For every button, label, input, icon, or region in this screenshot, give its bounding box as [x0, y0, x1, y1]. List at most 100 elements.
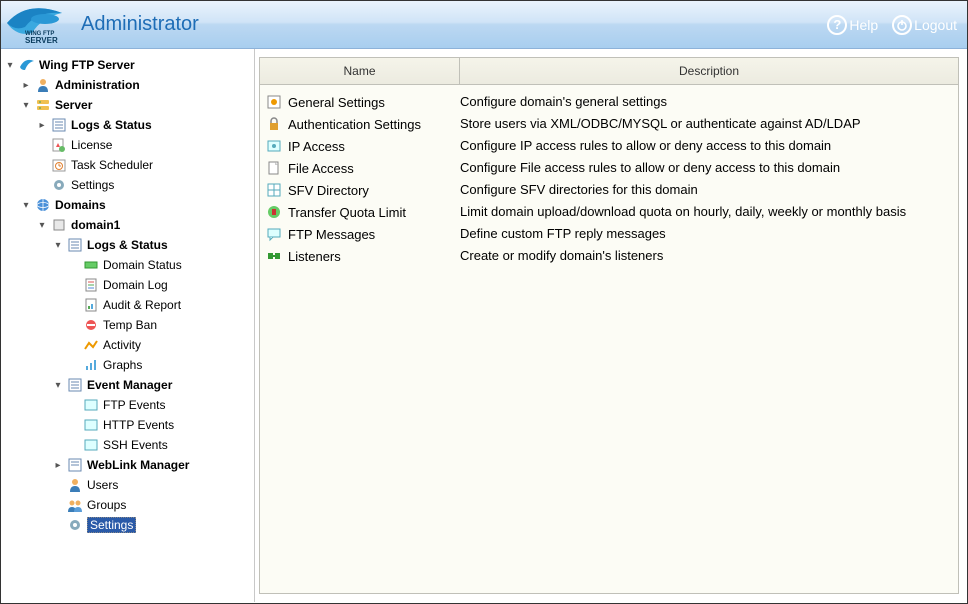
- tree-label: Graphs: [103, 358, 142, 372]
- help-button[interactable]: ? Help: [827, 15, 878, 35]
- expand-icon: ▾: [53, 380, 63, 390]
- clock-icon: [51, 157, 67, 173]
- globe-icon: [35, 197, 51, 213]
- tree-weblink-manager[interactable]: ▸WebLink Manager: [49, 455, 254, 475]
- tree-label: Logs & Status: [87, 238, 168, 252]
- row-desc: Define custom FTP reply messages: [460, 226, 952, 242]
- tree-ftp-events[interactable]: FTP Events: [65, 395, 254, 415]
- tree-activity[interactable]: Activity: [65, 335, 254, 355]
- tree-label: Audit & Report: [103, 298, 181, 312]
- tree-domain1-settings[interactable]: Settings: [49, 515, 254, 535]
- status-icon: [83, 257, 99, 273]
- ip-icon: [266, 138, 282, 154]
- admin-user-icon: [35, 77, 51, 93]
- license-icon: [51, 137, 67, 153]
- quota-icon: [266, 204, 282, 220]
- tree-graphs[interactable]: Graphs: [65, 355, 254, 375]
- graph-icon: [83, 357, 99, 373]
- lock-icon: [266, 116, 282, 132]
- tree-label: License: [71, 138, 112, 152]
- row-general-settings[interactable]: General Settings Configure domain's gene…: [260, 91, 958, 113]
- tree-label: Temp Ban: [103, 318, 157, 332]
- tree-domain1[interactable]: ▾ domain1: [33, 215, 254, 235]
- domain-icon: [51, 217, 67, 233]
- tree-temp-ban[interactable]: Temp Ban: [65, 315, 254, 335]
- expand-icon: ▸: [37, 120, 47, 130]
- list-icon: [67, 457, 83, 473]
- expand-icon: ▸: [21, 80, 31, 90]
- grid-body: General Settings Configure domain's gene…: [260, 85, 958, 593]
- row-desc: Configure IP access rules to allow or de…: [460, 138, 952, 154]
- header: WING FTP SERVER Administrator ? Help Log…: [1, 1, 967, 49]
- tree-label: Settings: [71, 178, 114, 192]
- ban-icon: [83, 317, 99, 333]
- row-ip-access[interactable]: IP Access Configure IP access rules to a…: [260, 135, 958, 157]
- row-transfer-quota-limit[interactable]: Transfer Quota Limit Limit domain upload…: [260, 201, 958, 223]
- file-icon: [266, 160, 282, 176]
- tree-label: Server: [55, 98, 92, 112]
- sidebar-tree: ▾ Wing FTP Server ▸ Administration: [1, 49, 255, 602]
- app-title: Administrator: [81, 13, 199, 36]
- main: ▾ Wing FTP Server ▸ Administration: [1, 49, 967, 602]
- wing-logo-icon: WING FTP SERVER: [7, 5, 77, 45]
- event-icon: [83, 397, 99, 413]
- row-ftp-messages[interactable]: FTP Messages Define custom FTP reply mes…: [260, 223, 958, 245]
- tree-administration[interactable]: ▸ Administration: [17, 75, 254, 95]
- svg-text:SERVER: SERVER: [25, 36, 58, 45]
- tree-audit-report[interactable]: Audit & Report: [65, 295, 254, 315]
- row-desc: Store users via XML/ODBC/MYSQL or authen…: [460, 116, 952, 132]
- tree-label: Settings: [87, 517, 136, 533]
- row-name: Authentication Settings: [288, 117, 421, 132]
- col-header-name[interactable]: Name: [260, 58, 460, 84]
- tree-ssh-events[interactable]: SSH Events: [65, 435, 254, 455]
- tree-users[interactable]: Users: [49, 475, 254, 495]
- tree-domain-status[interactable]: Domain Status: [65, 255, 254, 275]
- grid-icon: [266, 182, 282, 198]
- tree-server-logs-status[interactable]: ▸ Logs & Status: [33, 115, 254, 135]
- row-listeners[interactable]: Listeners Create or modify domain's list…: [260, 245, 958, 267]
- tree-label: Logs & Status: [71, 118, 152, 132]
- tree-http-events[interactable]: HTTP Events: [65, 415, 254, 435]
- expand-icon: ▸: [53, 460, 63, 470]
- expand-icon: ▾: [5, 60, 15, 70]
- tree-label: Domains: [55, 198, 106, 212]
- list-icon: [67, 237, 83, 253]
- tree-root[interactable]: ▾ Wing FTP Server: [1, 55, 254, 75]
- tree-server-license[interactable]: License: [33, 135, 254, 155]
- row-name: Listeners: [288, 249, 341, 264]
- expand-icon: ▾: [21, 100, 31, 110]
- tree-domains[interactable]: ▾ Domains: [17, 195, 254, 215]
- tree-groups[interactable]: Groups: [49, 495, 254, 515]
- gear-icon: [67, 517, 83, 533]
- tree-domain1-logs-status[interactable]: ▾ Logs & Status: [49, 235, 254, 255]
- tree-label: Wing FTP Server: [39, 58, 135, 72]
- list-icon: [67, 377, 83, 393]
- tree-server-task-scheduler[interactable]: Task Scheduler: [33, 155, 254, 175]
- tree-domain-log[interactable]: Domain Log: [65, 275, 254, 295]
- tree-label: Groups: [87, 498, 126, 512]
- row-name: Transfer Quota Limit: [288, 205, 406, 220]
- row-sfv-directory[interactable]: SFV Directory Configure SFV directories …: [260, 179, 958, 201]
- list-icon: [51, 117, 67, 133]
- report-icon: [83, 297, 99, 313]
- row-name: SFV Directory: [288, 183, 369, 198]
- logout-button[interactable]: Logout: [892, 15, 957, 35]
- tree-label: FTP Events: [103, 398, 165, 412]
- grid-header: Name Description: [260, 58, 958, 85]
- row-authentication-settings[interactable]: Authentication Settings Store users via …: [260, 113, 958, 135]
- col-header-description[interactable]: Description: [460, 58, 958, 84]
- tree-label: Activity: [103, 338, 141, 352]
- message-icon: [266, 226, 282, 242]
- expand-icon: ▾: [37, 220, 47, 230]
- row-file-access[interactable]: File Access Configure File access rules …: [260, 157, 958, 179]
- tree-label: Task Scheduler: [71, 158, 153, 172]
- tree-label: Users: [87, 478, 118, 492]
- tree-label: HTTP Events: [103, 418, 174, 432]
- tree-event-manager[interactable]: ▾ Event Manager: [49, 375, 254, 395]
- log-icon: [83, 277, 99, 293]
- tree-label: domain1: [71, 218, 120, 232]
- content-panel: Name Description General Settings Config…: [259, 57, 959, 594]
- tree-server[interactable]: ▾ Server: [17, 95, 254, 115]
- tree-server-settings[interactable]: Settings: [33, 175, 254, 195]
- header-actions: ? Help Logout: [827, 15, 957, 35]
